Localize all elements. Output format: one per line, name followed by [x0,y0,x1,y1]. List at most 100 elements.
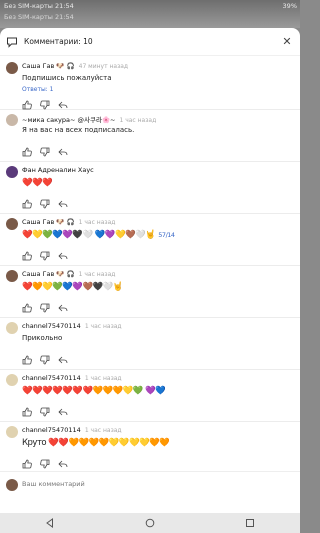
dislike-icon[interactable] [40,350,50,365]
dislike-icon[interactable] [40,95,50,110]
dislike-icon[interactable] [40,142,50,157]
like-icon[interactable] [22,142,32,157]
comment-actions [22,95,68,110]
comment-text: ❤️🧡💛💚💙💜🤎🖤🤍🤘 [22,282,123,292]
comment-text: ❤️❤️❤️ [22,178,53,188]
author-name[interactable]: channel75470114 [22,374,81,382]
close-icon[interactable]: ✕ [280,35,294,48]
comment-item[interactable]: Саша Гав 🐶 🎧 1 час назад ❤️🧡💛💚💙💜🤎🖤🤍🤘 [0,264,300,318]
reply-icon[interactable] [58,95,68,109]
author-name[interactable]: Саша Гав 🐶 🎧 [22,218,75,226]
comment-actions [22,194,68,209]
comment-list[interactable]: Саша Гав 🐶 🎧 47 минут назад Подпишись пожа… [0,56,300,471]
reply-icon[interactable] [58,194,68,208]
home-circle-icon[interactable] [145,518,155,528]
reply-icon[interactable] [58,298,68,312]
comment-time: 1 час назад [78,271,116,278]
reply-icon[interactable] [58,350,68,364]
comment-actions [22,246,68,261]
comment-author[interactable]: Фан Адреналин Хаус [22,166,94,174]
comment-author[interactable]: Саша Гав 🐶 🎧 47 минут назад [22,62,128,70]
reply-icon[interactable] [58,246,68,260]
dislike-icon[interactable] [40,402,50,417]
comment-time: 1 час назад [119,117,157,124]
comment-time: 1 час назад [84,427,122,434]
dislike-icon[interactable] [40,194,50,209]
comment-text-content: ❤️🧡💛💚💙💜🤎🖤🤍🤘 [22,282,123,292]
comment-author[interactable]: Саша Гав 🐶 🎧 1 час назад [22,270,115,278]
comment-text: Подпишись пожалуйста [22,74,112,82]
author-name[interactable]: Саша Гав 🐶 🎧 [22,62,75,70]
like-icon[interactable] [22,350,32,365]
comment-text: Круто ❤️❤️🧡🧡🧡🧡💛💛💛💛🧡🧡 [22,438,170,448]
comment-item[interactable]: Фан Адреналин Хаус ❤️❤️❤️ [0,160,300,214]
comment-item[interactable]: Саша Гав 🐶 🎧 1 час назад ❤️💛💚💙💜🖤🤍 💙💜💛🤎🤍🤘 57… [0,212,300,266]
comment-time: 1 час назад [78,219,116,226]
comment-text-content: ❤️💛💚💙💜🖤🤍 💙💜💛🤎🤍🤘 [22,230,156,240]
sheet-title: Комментарии: 10 [24,37,93,46]
like-icon[interactable] [22,194,32,209]
reply-icon[interactable] [58,142,68,156]
avatar[interactable] [6,218,18,230]
system-nav-bar [0,513,300,533]
comment-composer[interactable]: Ваш комментарий [0,471,300,513]
comments-sheet: Комментарии: 10 ✕ Саша Гав 🐶 🎧 47 минут н… [0,28,300,513]
avatar[interactable] [6,270,18,282]
avatar[interactable] [6,374,18,386]
author-name[interactable]: ~мика сакура~ @사쿠라🌸~ [22,116,115,124]
avatar[interactable] [6,114,18,126]
comment-time: 1 час назад [84,375,122,382]
comment-item[interactable]: channel75470114 1 час назад Круто ❤️❤️🧡🧡🧡🧡… [0,420,300,471]
comment-input[interactable]: Ваш комментарий [22,480,85,488]
comment-text: Прикольно [22,334,62,342]
comment-actions [22,454,68,469]
comment-item[interactable]: channel75470114 1 час назад ❤️❤️❤️❤️❤️❤️❤️… [0,368,300,422]
author-name[interactable]: Фан Адреналин Хаус [22,166,94,174]
avatar[interactable] [6,322,18,334]
comment-author[interactable]: ~мика сакура~ @사쿠라🌸~ 1 час назад [22,114,156,124]
comment-item[interactable]: ~мика сакура~ @사쿠라🌸~ 1 час назад Я на вас … [0,108,300,162]
author-name[interactable]: Саша Гав 🐶 🎧 [22,270,75,278]
recents-square-icon[interactable] [245,518,255,528]
dislike-icon[interactable] [40,246,50,261]
battery-text: 39% [282,2,297,10]
avatar[interactable] [6,62,18,74]
replies-link[interactable]: Ответы: 1 [22,86,53,93]
comment-actions [22,142,68,157]
comment-text-content: ❤️❤️❤️ [22,178,53,188]
like-icon[interactable] [22,454,32,469]
comment-author[interactable]: Саша Гав 🐶 🎧 1 час назад [22,218,115,226]
author-name[interactable]: channel75470114 [22,322,81,330]
reply-icon[interactable] [58,402,68,416]
comment-actions [22,350,68,365]
comment-text-content: Подпишись пожалуйста [22,74,112,82]
status-left-text: Без SIM-карты 21:54 [4,2,74,10]
back-triangle-icon[interactable] [45,518,55,528]
comment-item[interactable]: Саша Гав 🐶 🎧 47 минут назад Подпишись пожа… [0,56,300,110]
avatar[interactable] [6,166,18,178]
comment-actions [22,402,68,417]
comment-text-content: Я на вас на всех подписалась. [22,126,135,134]
like-icon[interactable] [22,402,32,417]
dislike-icon[interactable] [40,454,50,469]
comment-extra-text: 57/14 [158,231,175,239]
reply-icon[interactable] [58,454,68,468]
comment-icon [7,37,17,48]
like-icon[interactable] [22,298,32,313]
comment-author[interactable]: channel75470114 1 час назад [22,322,122,330]
comment-time: 1 час назад [84,323,122,330]
comment-text: Я на вас на всех подписалась. [22,126,134,134]
sheet-header: Комментарии: 10 ✕ [0,28,300,56]
comment-author[interactable]: channel75470114 1 час назад [22,426,122,434]
like-icon[interactable] [22,246,32,261]
comment-author[interactable]: channel75470114 1 час назад [22,374,122,382]
author-name[interactable]: channel75470114 [22,426,81,434]
comment-text-content: Круто ❤️❤️🧡🧡🧡🧡💛💛💛💛🧡🧡 [22,438,170,448]
avatar[interactable] [6,426,18,438]
status-line-2: Без SIM-карты 21:54 [4,13,74,21]
like-icon[interactable] [22,95,32,110]
comment-time: 47 минут назад [78,63,129,70]
comment-text: ❤️💛💚💙💜🖤🤍 💙💜💛🤎🤍🤘 57/14 [22,230,175,240]
dislike-icon[interactable] [40,298,50,313]
comment-item[interactable]: channel75470114 1 час назад Прикольно [0,316,300,370]
